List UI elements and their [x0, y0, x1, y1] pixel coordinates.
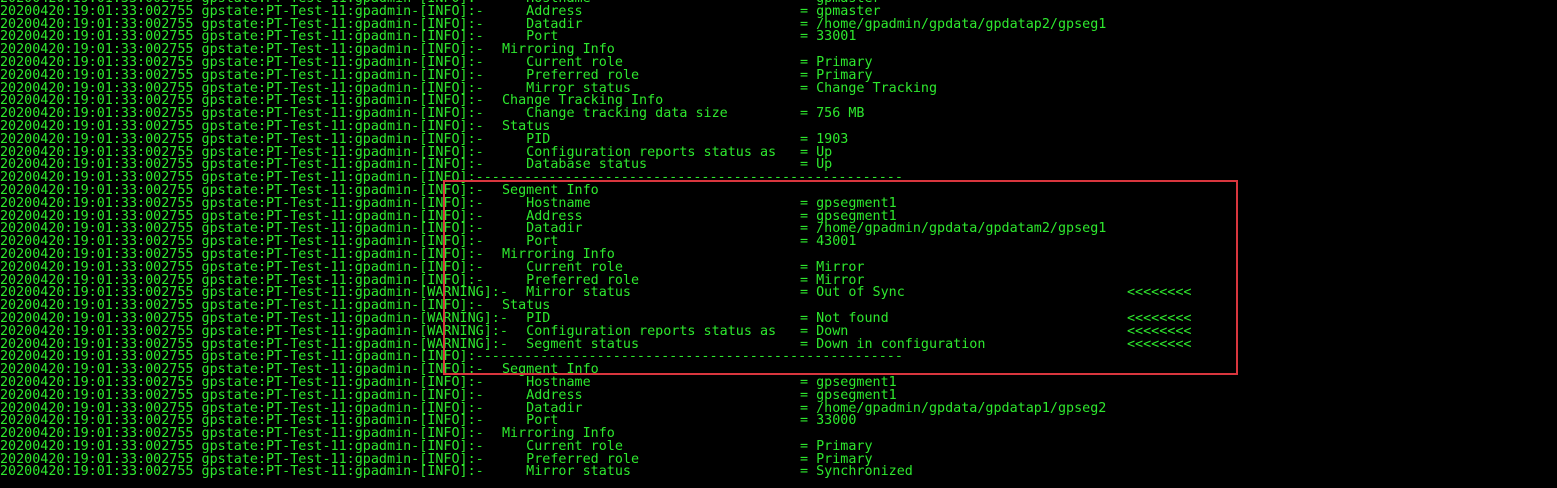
- log-prefix: 20200420:19:01:33:002755 gpstate:PT-Test…: [0, 464, 484, 480]
- log-line: 20200420:19:01:33:002755 gpstate:PT-Test…: [0, 464, 1557, 480]
- highlight-box: [443, 180, 1238, 375]
- log-value: = 33001: [800, 29, 857, 45]
- log-label: Mirror status: [502, 464, 631, 480]
- log-value: = Change Tracking: [800, 80, 938, 96]
- log-value: = 33000: [800, 413, 857, 429]
- log-value: = Synchronized: [800, 464, 913, 480]
- log-value: = 756 MB: [800, 106, 865, 122]
